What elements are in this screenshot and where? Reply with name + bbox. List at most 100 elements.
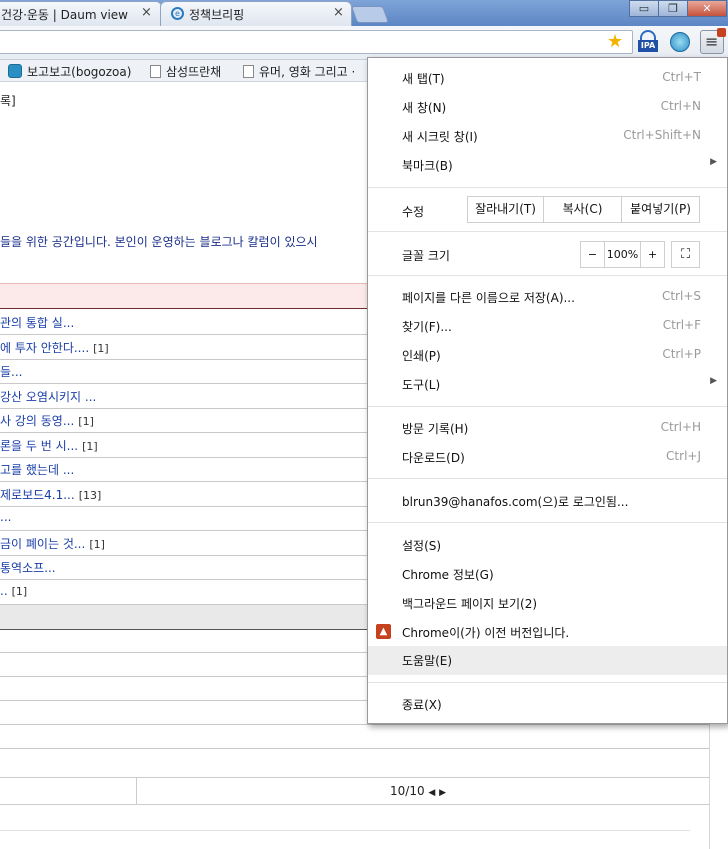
menu-item-find[interactable]: 찾기(F)... Ctrl+F <box>368 312 727 341</box>
pager-row <box>0 777 710 805</box>
divider <box>0 830 690 831</box>
menu-item-new-tab[interactable]: 새 탭(T) Ctrl+T <box>368 64 727 93</box>
menu-item-shortcut: Ctrl+H <box>660 420 701 434</box>
close-icon[interactable]: × <box>141 5 152 20</box>
menu-item-about[interactable]: Chrome 정보(G) <box>368 560 727 589</box>
divider <box>0 408 370 409</box>
menu-item-incognito[interactable]: 새 시크릿 창(I) Ctrl+Shift+N <box>368 122 727 151</box>
tab-strip: 건강·운동 | Daum view × e 정책브리핑 × ▭ ❐ ✕ <box>0 0 728 26</box>
post-link[interactable]: 강산 오염시키지 ... <box>0 390 96 404</box>
restore-button[interactable]: ❐ <box>658 0 688 17</box>
menu-item-exit[interactable]: 종료(X) <box>368 690 727 719</box>
menu-item-label: 새 탭(T) <box>402 72 445 86</box>
post-link[interactable]: 고를 했는데 ... <box>0 463 74 477</box>
menu-item-help[interactable]: 도움말(E) <box>368 646 727 675</box>
minimize-button[interactable]: ▭ <box>629 0 659 17</box>
menu-item-update[interactable]: ▲ Chrome이(가) 이전 버전입니다. <box>368 618 727 647</box>
menu-item-label: 설정(S) <box>402 539 442 553</box>
bookmark-star-icon[interactable]: ★ <box>607 32 623 52</box>
menu-item-shortcut: Ctrl+J <box>666 449 701 463</box>
post-link[interactable]: 사 강의 동영... <box>0 414 74 428</box>
list-item: 들... <box>0 363 22 380</box>
menu-item-print[interactable]: 인쇄(P) Ctrl+P <box>368 341 727 370</box>
list-item: 에 투자 안한다.... [1] <box>0 339 109 356</box>
chrome-menu-button[interactable]: ≡ <box>700 28 726 54</box>
menu-item-shortcut: Ctrl+T <box>662 70 701 84</box>
post-link[interactable]: 금이 폐이는 것... <box>0 537 85 551</box>
divider <box>0 334 370 335</box>
menu-item-signed-in[interactable]: blrun39@hanafos.com(으)로 로그인됨... <box>368 487 727 516</box>
menu-item-background-pages[interactable]: 백그라운드 페이지 보기(2) <box>368 589 727 618</box>
bookmark-humor[interactable]: 유머, 영화 그리고 · <box>243 63 355 80</box>
site-favicon-icon <box>8 64 22 78</box>
post-link[interactable]: 에 투자 안한다.... <box>0 341 89 355</box>
bookmark-samsung[interactable]: 삼성뜨란채 <box>150 63 221 80</box>
list-item: 고를 했는데 ... <box>0 461 74 478</box>
menu-separator <box>368 275 727 276</box>
post-link[interactable]: 관의 통합 실... <box>0 316 74 330</box>
menu-item-label: Chrome 정보(G) <box>402 568 494 582</box>
divider <box>0 481 370 482</box>
close-icon[interactable]: × <box>333 5 344 20</box>
post-link[interactable]: 론을 두 번 시... <box>0 439 78 453</box>
menu-item-label: 도구(L) <box>402 378 441 392</box>
post-link[interactable]: ... <box>0 510 11 524</box>
post-link[interactable]: 통역소프... <box>0 561 56 575</box>
menu-item-settings[interactable]: 설정(S) <box>368 531 727 560</box>
menu-item-label: 페이지를 다른 이름으로 저장(A)... <box>402 291 575 305</box>
post-link[interactable]: .. <box>0 584 8 598</box>
menu-item-shortcut: Ctrl+Shift+N <box>623 128 701 142</box>
page-intro-text: 들을 위한 공간입니다. 본인이 운영하는 블로그나 칼럼이 있으시 <box>0 235 318 249</box>
copy-button[interactable]: 복사(C) <box>543 196 622 223</box>
extension-icon[interactable] <box>670 32 690 52</box>
bookmark-bogozoa[interactable]: 보고보고(bogozoa) <box>8 63 131 80</box>
chrome-menu: 새 탭(T) Ctrl+T 새 창(N) Ctrl+N 새 시크릿 창(I) C… <box>367 57 728 724</box>
menu-separator <box>368 682 727 683</box>
bookmark-label: 삼성뜨란채 <box>166 65 222 79</box>
comment-count: [1] <box>93 342 109 355</box>
cut-button[interactable]: 잘라내기(T) <box>467 196 544 223</box>
list-footer-row <box>0 605 370 630</box>
menu-item-label: 새 시크릿 창(I) <box>402 130 478 144</box>
menu-item-label: 다운로드(D) <box>402 451 465 465</box>
menu-item-label: 도움말(E) <box>402 654 453 668</box>
window-close-button[interactable]: ✕ <box>687 0 727 17</box>
post-link[interactable]: 들... <box>0 365 22 379</box>
zoom-out-button[interactable]: − <box>580 241 605 268</box>
menu-item-new-window[interactable]: 새 창(N) Ctrl+N <box>368 93 727 122</box>
menu-item-label: 백그라운드 페이지 보기(2) <box>402 597 538 611</box>
list-item: .. [1] <box>0 584 27 598</box>
update-arrow-icon: ▲ <box>376 624 391 639</box>
menu-item-shortcut: Ctrl+F <box>662 318 701 332</box>
menu-item-save-as[interactable]: 페이지를 다른 이름으로 저장(A)... Ctrl+S <box>368 283 727 312</box>
omnibox[interactable]: ★ <box>0 30 633 54</box>
post-link[interactable]: 제로보드4.1... <box>0 488 75 502</box>
tab-daum-view[interactable]: 건강·운동 | Daum view × <box>0 1 162 26</box>
menu-item-label: 인쇄(P) <box>402 349 441 363</box>
bookmark-label: 유머, 영화 그리고 · <box>259 65 356 79</box>
tab-policy-briefing[interactable]: e 정책브리핑 × <box>160 1 352 26</box>
new-tab-button[interactable] <box>350 6 390 23</box>
page-icon <box>243 65 254 78</box>
menu-item-history[interactable]: 방문 기록(H) Ctrl+H <box>368 414 727 443</box>
menu-item-shortcut: Ctrl+P <box>662 347 701 361</box>
list-item: 론을 두 번 시... [1] <box>0 437 98 454</box>
list-item: 통역소프... <box>0 559 56 576</box>
menu-item-tools[interactable]: 도구(L) ▶ <box>368 370 727 399</box>
divider <box>0 457 370 458</box>
bookmark-label: 보고보고(bogozoa) <box>27 65 132 79</box>
paste-button[interactable]: 붙여넣기(P) <box>621 196 700 223</box>
prev-page-icon[interactable]: ◀ <box>428 788 435 798</box>
list-item: 제로보드4.1... [13] <box>0 486 101 503</box>
menu-item-downloads[interactable]: 다운로드(D) Ctrl+J <box>368 443 727 472</box>
next-page-icon[interactable]: ▶ <box>439 788 446 798</box>
zoom-in-button[interactable]: + <box>640 241 665 268</box>
ipa-extension-icon[interactable]: IPA <box>638 30 658 54</box>
menu-item-label: 새 창(N) <box>402 101 447 115</box>
pager: 10/10 ◀ ▶ <box>390 784 446 798</box>
list-item: 강산 오염시키지 ... <box>0 388 96 405</box>
menu-item-bookmarks[interactable]: 북마크(B) ▶ <box>368 151 727 180</box>
submenu-arrow-icon: ▶ <box>710 157 717 167</box>
edit-label: 수정 <box>402 205 425 219</box>
fullscreen-button[interactable]: ⛶ <box>671 241 700 268</box>
